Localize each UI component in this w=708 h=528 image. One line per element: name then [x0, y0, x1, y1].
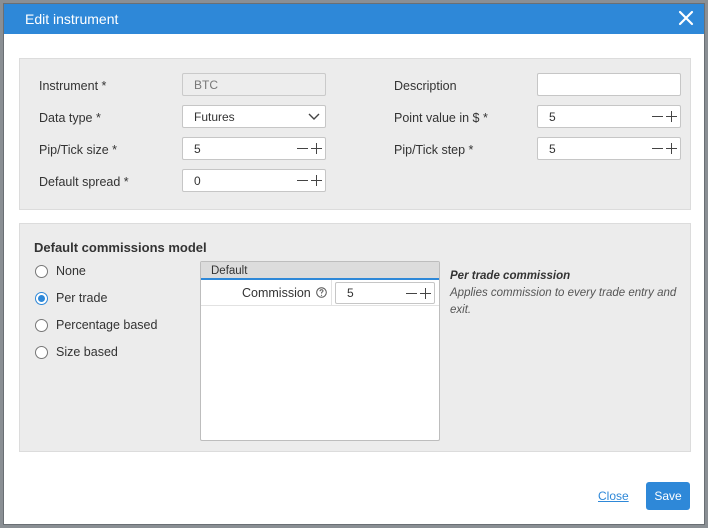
question-circle-icon[interactable] [316, 287, 327, 298]
commission-description: Per trade commission Applies commission … [450, 268, 690, 319]
radio-percentage-based[interactable]: Percentage based [35, 317, 157, 333]
plus-icon[interactable] [666, 111, 677, 122]
radio-per-trade[interactable]: Per trade [35, 290, 107, 306]
default-spread-value: 0 [194, 174, 201, 188]
instrument-settings-panel: Instrument * BTC Data type * Futures Pip… [19, 58, 691, 210]
stepper-controls [294, 139, 322, 158]
close-icon[interactable] [677, 9, 695, 27]
dialog-titlebar: Edit instrument [4, 4, 704, 34]
chevron-down-icon [308, 113, 320, 120]
data-type-value: Futures [194, 110, 235, 124]
instrument-field: BTC [182, 73, 326, 96]
point-value-value: 5 [549, 110, 556, 124]
minus-icon[interactable] [297, 143, 308, 154]
pip-tick-step-label: Pip/Tick step * [394, 143, 474, 157]
commissions-section-title: Default commissions model [34, 240, 207, 255]
description-input[interactable] [537, 73, 681, 96]
radio-button-checked[interactable] [35, 291, 48, 305]
stepper-controls [294, 171, 322, 190]
radio-label: Size based [56, 345, 118, 359]
pip-tick-size-label: Pip/Tick size * [39, 143, 118, 157]
minus-icon[interactable] [652, 111, 663, 122]
grid-header: Default [201, 262, 439, 280]
plus-icon[interactable] [311, 143, 322, 154]
description-label: Description [394, 79, 457, 93]
pip-tick-step-value: 5 [549, 142, 556, 156]
radio-none[interactable]: None [35, 263, 86, 279]
plus-icon[interactable] [420, 288, 431, 299]
point-value-label: Point value in $ * [394, 111, 488, 125]
stepper-controls [649, 107, 677, 126]
data-type-select[interactable]: Futures [182, 105, 326, 128]
radio-label: Per trade [56, 291, 108, 305]
radio-size-based[interactable]: Size based [35, 344, 118, 360]
dialog-title: Edit instrument [25, 11, 119, 27]
column-divider [331, 280, 332, 306]
commissions-panel: Default commissions model None Per trade… [19, 223, 691, 452]
pip-tick-step-stepper[interactable]: 5 [537, 137, 681, 160]
edit-instrument-dialog: Edit instrument Instrument * BTC Data ty… [3, 3, 705, 525]
stepper-controls [649, 139, 677, 158]
commission-description-text: Applies commission to every trade entry … [450, 287, 677, 316]
radio-button[interactable] [35, 318, 48, 332]
instrument-label: Instrument * [39, 79, 107, 93]
radio-button[interactable] [35, 345, 48, 359]
plus-icon[interactable] [666, 143, 677, 154]
close-link[interactable]: Close [598, 489, 629, 503]
minus-icon[interactable] [652, 143, 663, 154]
pip-tick-size-stepper[interactable]: 5 [182, 137, 326, 160]
default-spread-label: Default spread * [39, 175, 129, 189]
radio-label: None [56, 264, 86, 278]
commission-value: 5 [347, 286, 354, 300]
minus-icon[interactable] [297, 175, 308, 186]
commission-description-title: Per trade commission [450, 270, 571, 282]
plus-icon[interactable] [311, 175, 322, 186]
minus-icon[interactable] [406, 288, 417, 299]
commission-grid: Default Commission 5 [200, 261, 440, 441]
table-row: Commission 5 [201, 280, 439, 306]
point-value-stepper[interactable]: 5 [537, 105, 681, 128]
stepper-controls [403, 284, 431, 303]
grid-header-label: Default [211, 265, 248, 277]
commission-stepper[interactable]: 5 [335, 282, 435, 304]
default-spread-stepper[interactable]: 0 [182, 169, 326, 192]
data-type-label: Data type * [39, 111, 101, 125]
instrument-value: BTC [194, 78, 218, 92]
save-button[interactable]: Save [646, 482, 690, 510]
radio-label: Percentage based [56, 318, 158, 332]
commission-label: Commission [242, 286, 311, 300]
pip-tick-size-value: 5 [194, 142, 201, 156]
radio-button[interactable] [35, 264, 48, 278]
